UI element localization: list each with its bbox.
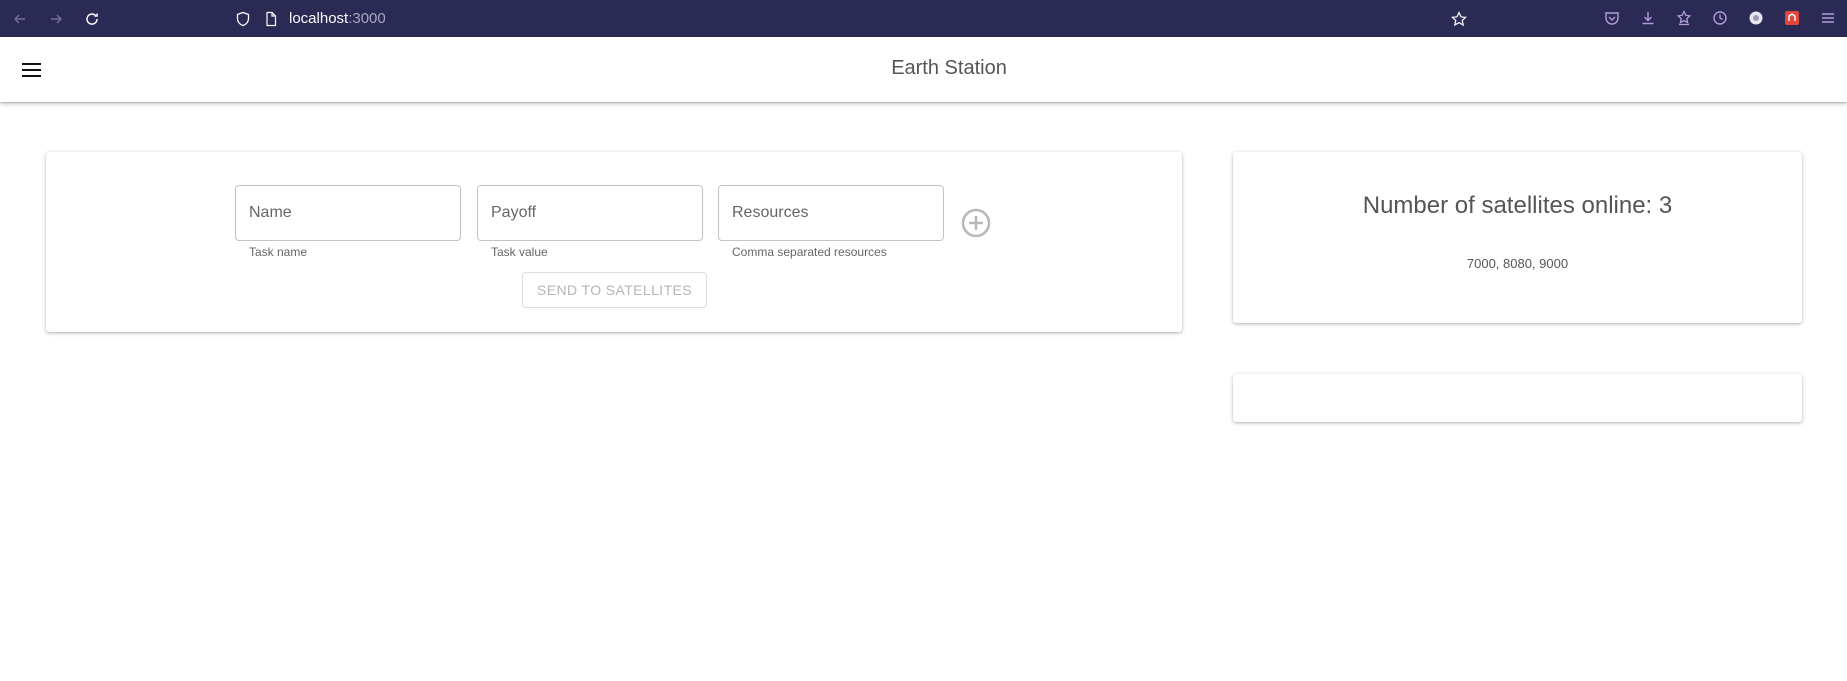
name-helper-text: Task name: [249, 245, 308, 259]
reload-icon: [86, 13, 98, 25]
url-text[interactable]: localhost:3000: [289, 10, 386, 27]
resources-helper-text: Comma separated resources: [732, 245, 887, 259]
payoff-helper-text: Task value: [491, 245, 548, 259]
pocket-icon[interactable]: [1603, 9, 1621, 27]
page-title: Earth Station: [891, 57, 1007, 79]
task-form-card: Task name Task value Comma separated res…: [46, 152, 1182, 332]
back-button[interactable]: [8, 7, 32, 31]
history-clock-icon[interactable]: [1711, 9, 1729, 27]
download-icon[interactable]: [1639, 9, 1657, 27]
empty-panel-card: [1233, 374, 1802, 422]
name-field: Task name: [235, 185, 461, 259]
library-icon[interactable]: [1675, 9, 1693, 27]
arrow-left-icon: [13, 14, 25, 24]
page-icon[interactable]: [263, 11, 279, 27]
satellites-online-count: Number of satellites online: 3: [1362, 192, 1673, 219]
browser-toolbar: localhost:3000: [0, 0, 1847, 37]
url-host: localhost: [289, 10, 349, 27]
arrow-right-icon: [51, 14, 63, 24]
forward-button[interactable]: [44, 7, 68, 31]
extension-icon[interactable]: [1783, 9, 1801, 27]
payoff-field: Task value: [477, 185, 703, 259]
bookmark-star-icon[interactable]: [1451, 11, 1467, 27]
add-task-button[interactable]: [960, 207, 992, 239]
reload-button[interactable]: [80, 7, 104, 31]
name-input-box[interactable]: [235, 185, 461, 241]
payoff-input[interactable]: [478, 186, 702, 240]
url-port: :3000: [348, 10, 386, 27]
resources-field: Comma separated resources: [718, 185, 944, 259]
name-input[interactable]: [236, 186, 460, 240]
app-menu-icon[interactable]: [1819, 9, 1837, 27]
url-bar[interactable]: localhost:3000: [227, 3, 1477, 34]
send-to-satellites-button[interactable]: SEND TO SATELLITES: [522, 272, 707, 308]
account-icon[interactable]: [1747, 9, 1765, 27]
resources-input[interactable]: [719, 186, 943, 240]
app-bar: Earth Station: [0, 37, 1847, 102]
satellite-ports-list: 7000, 8080, 9000: [1466, 256, 1569, 271]
payoff-input-box[interactable]: [477, 185, 703, 241]
satellites-status-card: Number of satellites online: 3 7000, 808…: [1233, 152, 1802, 323]
shield-icon[interactable]: [235, 11, 251, 27]
add-circle-icon: [961, 208, 991, 238]
resources-input-box[interactable]: [718, 185, 944, 241]
